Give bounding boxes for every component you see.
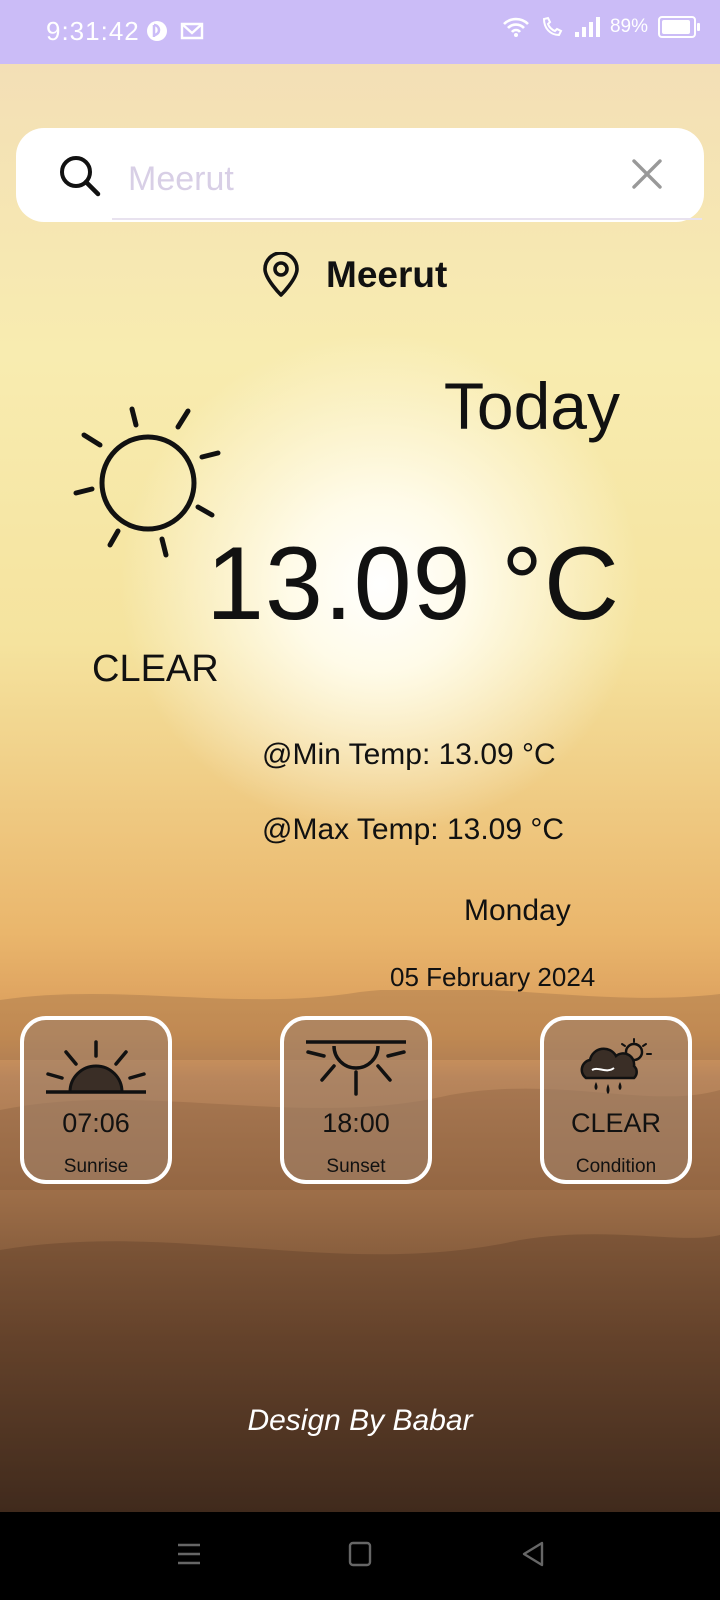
sunset-label: Sunset xyxy=(326,1156,386,1177)
navigation-bar xyxy=(0,1512,720,1600)
gmail-icon xyxy=(180,22,204,40)
status-time: 9:31:42 xyxy=(46,16,140,46)
condition-card: CLEAR Condition xyxy=(540,1016,692,1184)
today-heading: Today xyxy=(443,369,620,443)
min-temp: @Min Temp: 13.09 °C xyxy=(262,738,556,771)
sunrise-label: Sunrise xyxy=(63,1156,129,1177)
search-icon[interactable] xyxy=(58,154,102,198)
search-input[interactable] xyxy=(126,150,610,208)
wifi-calling-icon xyxy=(542,16,563,37)
sunrise-icon xyxy=(46,1040,146,1094)
sunset-icon xyxy=(306,1040,406,1096)
temperature: 13.09 °C xyxy=(206,526,620,642)
sunrise-card: 07:06 Sunrise xyxy=(20,1016,172,1184)
day-name: Monday xyxy=(464,894,571,927)
location-pin-icon xyxy=(263,252,299,297)
signal-icon xyxy=(574,17,600,37)
max-temp: @Max Temp: 13.09 °C xyxy=(262,813,565,846)
search-underline xyxy=(112,218,702,220)
design-credit: Design By Babar xyxy=(247,1404,473,1437)
back-icon[interactable] xyxy=(520,1540,546,1568)
sunset-card: 18:00 Sunset xyxy=(280,1016,432,1184)
weather-condition: CLEAR xyxy=(92,648,219,690)
location-row: Meerut xyxy=(262,252,447,298)
sunset-time: 18:00 xyxy=(322,1108,390,1138)
sunrise-time: 07:06 xyxy=(62,1108,130,1138)
home-icon[interactable] xyxy=(348,1540,372,1568)
status-bar: 9:31:42 89% xyxy=(0,0,720,64)
notification-app-icon xyxy=(147,21,167,41)
battery-percent: 89% xyxy=(609,16,648,37)
battery-level xyxy=(662,20,690,34)
wifi-icon xyxy=(503,17,529,37)
date: 05 February 2024 xyxy=(390,962,596,992)
battery-icon xyxy=(658,16,700,38)
close-icon[interactable] xyxy=(630,157,664,191)
menu-icon[interactable] xyxy=(176,1540,202,1568)
condition-label: Condition xyxy=(575,1156,657,1177)
cloud-sun-rain-icon xyxy=(580,1038,652,1094)
location-name: Meerut xyxy=(326,254,448,295)
condition-value: CLEAR xyxy=(570,1108,662,1138)
